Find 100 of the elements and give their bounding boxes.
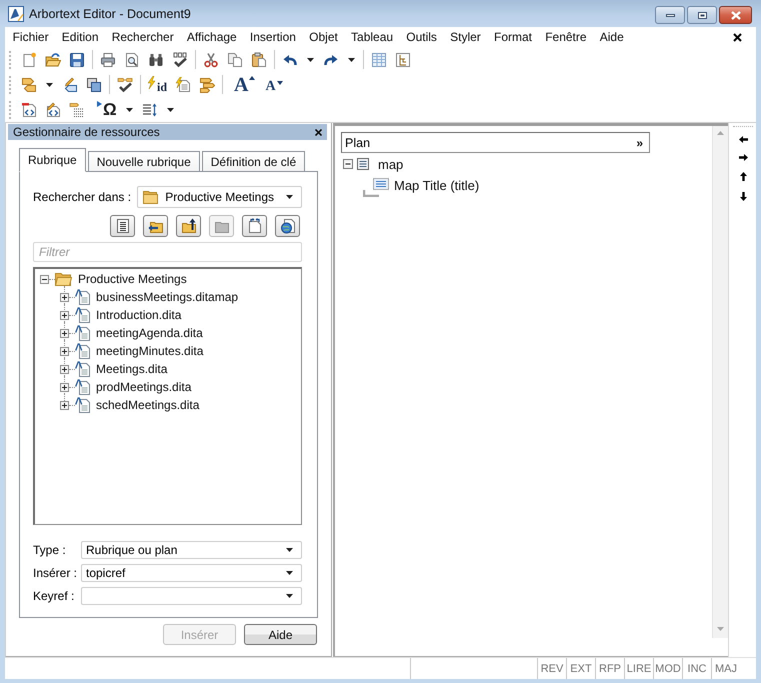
expand-icon[interactable] bbox=[60, 292, 69, 302]
tag-list-icon[interactable] bbox=[199, 76, 216, 92]
view-selector[interactable]: Plan » bbox=[341, 132, 650, 153]
arrow-down-icon[interactable] bbox=[740, 192, 746, 201]
menu-item[interactable]: Styler bbox=[444, 30, 488, 44]
print-icon[interactable] bbox=[100, 52, 116, 68]
tree-item[interactable]: meetingAgenda.dita bbox=[96, 326, 203, 340]
location-dropdown[interactable]: Productive Meetings bbox=[137, 186, 302, 208]
element-list-icon[interactable] bbox=[69, 102, 85, 118]
expand-icon[interactable] bbox=[60, 346, 69, 356]
help-button[interactable]: Aide bbox=[244, 624, 317, 645]
expand-icon[interactable] bbox=[60, 400, 69, 410]
decrease-font-button[interactable]: A bbox=[265, 80, 283, 94]
globe-document-icon bbox=[280, 218, 296, 234]
caret-icon[interactable] bbox=[126, 108, 133, 112]
corner-marker-icon bbox=[363, 190, 379, 197]
field-label: Type : bbox=[33, 543, 67, 557]
caret-icon[interactable] bbox=[348, 58, 355, 62]
spellcheck-icon[interactable] bbox=[172, 52, 188, 68]
caret-icon[interactable] bbox=[46, 82, 53, 86]
close-button[interactable] bbox=[719, 6, 752, 24]
table-icon[interactable] bbox=[371, 52, 387, 68]
window-title: Arbortext Editor - Document9 bbox=[29, 6, 192, 20]
overlapping-squares-icon[interactable] bbox=[86, 76, 102, 92]
back-button[interactable] bbox=[143, 215, 168, 237]
tree-item[interactable]: map bbox=[378, 156, 404, 172]
tag-icon[interactable] bbox=[21, 76, 37, 92]
new-document-icon[interactable] bbox=[21, 52, 37, 68]
resource-tree[interactable]: Productive Meetings businessMeetings.ditamap Introduction.dita meetingAgenda.dita meetingMinutes.dita Meetings.dita prodMeetings.dita schedMeetings.dita bbox=[33, 267, 302, 525]
expand-icon[interactable] bbox=[60, 364, 69, 374]
tab[interactable]: Nouvelle rubrique bbox=[88, 151, 200, 171]
paste-icon[interactable] bbox=[251, 52, 267, 68]
menu-item[interactable]: Outils bbox=[400, 30, 444, 44]
menu-item[interactable]: Tableau bbox=[344, 30, 400, 44]
combo-box[interactable]: topicref bbox=[81, 564, 302, 582]
tree-item[interactable]: meetingMinutes.dita bbox=[96, 344, 204, 358]
assign-id-button[interactable]: id bbox=[148, 76, 168, 93]
refresh-button[interactable] bbox=[242, 215, 267, 237]
web-button[interactable] bbox=[275, 215, 300, 237]
menu-item[interactable]: Rechercher bbox=[105, 30, 180, 44]
tree-view-icon[interactable] bbox=[395, 52, 411, 68]
caret-icon[interactable] bbox=[166, 108, 174, 112]
restore-icon bbox=[698, 12, 706, 18]
menu-item[interactable]: Fichier bbox=[6, 30, 56, 44]
arrow-up-icon[interactable] bbox=[740, 172, 746, 181]
markup-document-icon[interactable] bbox=[21, 102, 37, 118]
field-label: Insérer : bbox=[33, 566, 78, 580]
tab[interactable]: Définition de clé bbox=[202, 151, 306, 171]
caret-icon[interactable] bbox=[307, 58, 314, 62]
tree-item[interactable]: prodMeetings.dita bbox=[96, 380, 192, 394]
tree-item[interactable]: businessMeetings.ditamap bbox=[96, 290, 238, 304]
expand-icon[interactable] bbox=[60, 382, 69, 392]
arrow-left-icon[interactable] bbox=[738, 136, 748, 143]
document-list-button[interactable] bbox=[110, 215, 135, 237]
tag-check-icon[interactable] bbox=[117, 76, 133, 92]
expand-icon[interactable] bbox=[60, 328, 69, 338]
topic-file-icon bbox=[75, 379, 91, 395]
copy-icon[interactable] bbox=[227, 52, 243, 68]
tree-item[interactable]: schedMeetings.dita bbox=[96, 398, 200, 412]
parent-folder-button[interactable] bbox=[176, 215, 201, 237]
print-preview-icon[interactable] bbox=[124, 52, 140, 68]
tree-item[interactable]: Map Title (title) bbox=[394, 178, 480, 193]
tree-item[interactable]: Meetings.dita bbox=[96, 362, 168, 376]
tree-item[interactable]: Introduction.dita bbox=[96, 308, 182, 322]
increase-font-button[interactable]: A bbox=[234, 74, 256, 94]
collapse-icon[interactable] bbox=[40, 274, 49, 284]
tab[interactable]: Rubrique bbox=[19, 148, 86, 172]
topic-file-icon bbox=[75, 325, 91, 341]
topic-file-icon bbox=[75, 397, 91, 413]
menu-item[interactable]: Objet bbox=[302, 30, 344, 44]
menu-item[interactable]: Insertion bbox=[243, 30, 303, 44]
maximize-button[interactable] bbox=[687, 6, 717, 24]
element-icon bbox=[357, 158, 369, 170]
insert-symbol-button[interactable]: Ω bbox=[97, 101, 117, 118]
close-icon[interactable] bbox=[315, 128, 322, 136]
caret-up-icon bbox=[249, 76, 256, 80]
filter-field[interactable]: Filtrer bbox=[33, 242, 302, 262]
open-folder-icon[interactable] bbox=[45, 52, 61, 68]
menu-item[interactable]: Fenêtre bbox=[538, 30, 594, 44]
scissors-icon[interactable] bbox=[203, 52, 219, 68]
save-icon[interactable] bbox=[69, 52, 85, 68]
app-logo-icon bbox=[8, 6, 24, 22]
menu-item[interactable]: Affichage bbox=[180, 30, 244, 44]
close-icon[interactable] bbox=[733, 32, 742, 42]
minimize-button[interactable] bbox=[655, 6, 685, 24]
collapse-icon[interactable] bbox=[343, 159, 353, 169]
menu-item[interactable]: Edition bbox=[55, 30, 106, 44]
status-indicator: LIRE bbox=[624, 658, 653, 679]
expand-icon[interactable] bbox=[60, 310, 69, 320]
combo-box[interactable]: Rubrique ou plan bbox=[81, 541, 302, 559]
pencil-markup-icon[interactable] bbox=[45, 102, 61, 118]
menu-item[interactable]: Format bbox=[487, 30, 539, 44]
lightning-document-icon[interactable] bbox=[175, 76, 192, 92]
tree-item[interactable]: Productive Meetings bbox=[78, 272, 187, 286]
menu-item[interactable]: Aide bbox=[593, 30, 630, 44]
more-button[interactable]: » bbox=[636, 136, 643, 150]
line-spacing-icon[interactable] bbox=[142, 102, 158, 118]
arrow-right-icon[interactable] bbox=[738, 154, 748, 161]
binoculars-icon[interactable] bbox=[148, 52, 164, 68]
pencil-tag-icon[interactable] bbox=[62, 76, 78, 92]
